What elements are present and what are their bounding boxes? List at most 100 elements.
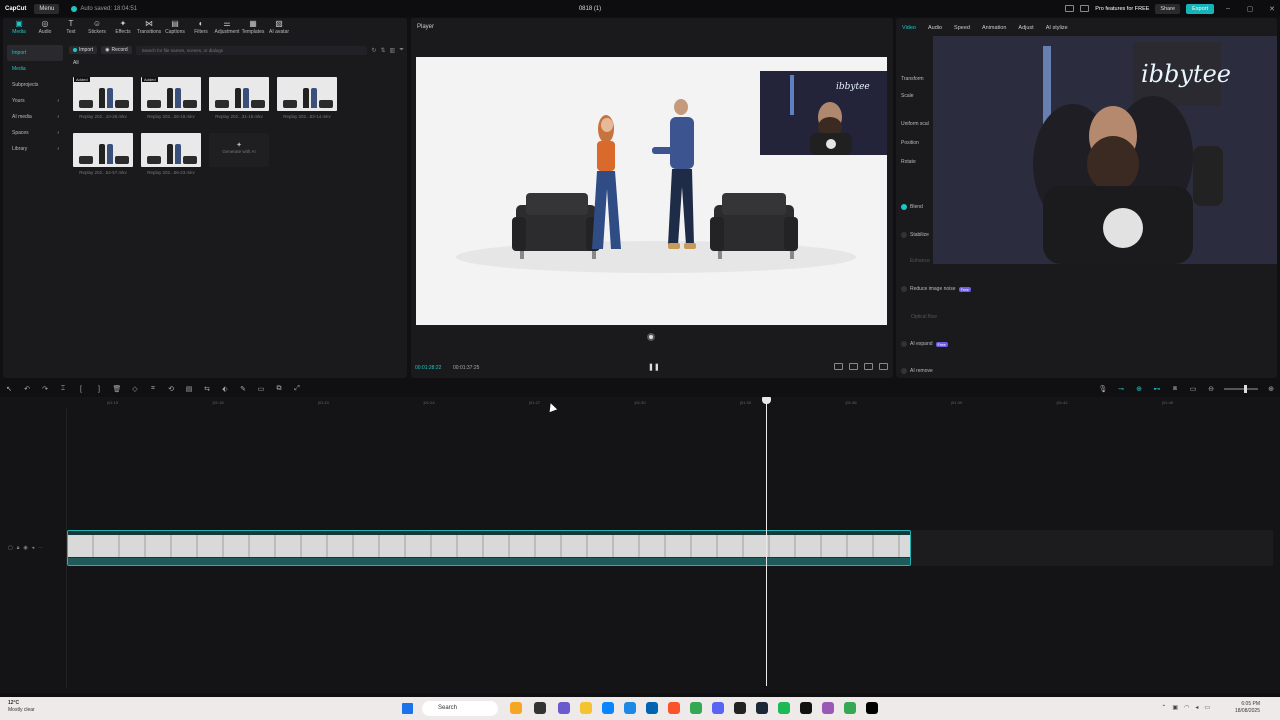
keyframe-icon[interactable]: ⬖ <box>216 385 234 393</box>
windows-start-icon[interactable] <box>402 703 413 714</box>
crop-tool-icon[interactable]: ⌗ <box>144 385 162 393</box>
select-tool-icon[interactable]: ↖ <box>0 385 18 393</box>
app-icon-15[interactable] <box>822 702 834 714</box>
app-icon-1[interactable] <box>510 702 522 714</box>
video-clip[interactable] <box>67 530 911 566</box>
share-button[interactable]: Share <box>1155 3 1181 14</box>
tool-stickers[interactable]: ☺ Stickers <box>85 19 109 38</box>
ai-expand-toggle[interactable]: AI expand Free <box>901 341 948 347</box>
caption-tool-icon[interactable]: ▭ <box>252 385 270 393</box>
playhead-line[interactable] <box>766 397 767 686</box>
magnet-icon[interactable]: ⊕ <box>1130 385 1148 393</box>
brave-icon[interactable] <box>668 702 680 714</box>
filter-icon[interactable]: ⏷ <box>399 47 404 54</box>
mirror-icon[interactable]: ⇆ <box>198 385 216 393</box>
stabilize-toggle[interactable]: Stabilize <box>901 232 929 238</box>
shortcut-icon[interactable] <box>1080 5 1090 12</box>
media-search-input[interactable]: Search for file names, scenes, or dialog… <box>135 45 368 55</box>
track-cover-icon[interactable]: ▢ <box>8 545 13 551</box>
close-icon[interactable]: ✕ <box>1264 5 1280 13</box>
tab-adjust[interactable]: Adjust <box>1018 25 1033 31</box>
import-button[interactable]: Import <box>69 46 98 54</box>
delete-icon[interactable]: 🗑 <box>108 385 126 393</box>
battery-icon[interactable]: ▭ <box>1204 704 1210 711</box>
weather-widget[interactable]: 12°C Mostly clear <box>8 700 35 714</box>
blend-toggle[interactable]: Blend <box>901 204 923 210</box>
discord-icon[interactable] <box>712 702 724 714</box>
ai-expand-checkbox[interactable] <box>901 341 907 347</box>
view-icon[interactable]: ▥ <box>390 47 396 54</box>
sidebar-item-import[interactable]: Import <box>7 45 63 61</box>
edge-icon[interactable] <box>602 702 614 714</box>
generate-with-ai-button[interactable]: ✦ Generate with AI <box>209 133 269 167</box>
quality-icon[interactable] <box>864 363 873 370</box>
copy-icon[interactable]: ⧉ <box>270 385 288 393</box>
ai-remove-checkbox[interactable] <box>901 368 907 374</box>
ratio-icon[interactable] <box>834 363 843 370</box>
media-thumbnail[interactable]: Replay 202...31-15.mkv <box>209 77 269 119</box>
crop-icon[interactable] <box>849 363 858 370</box>
transform-tool-icon[interactable]: ⤢ <box>288 385 306 393</box>
layout-icon[interactable] <box>1065 5 1075 12</box>
file-explorer-icon[interactable] <box>580 702 592 714</box>
mute-icon[interactable]: ◂ <box>32 545 35 551</box>
steam-icon[interactable] <box>756 702 768 714</box>
tab-audio[interactable]: Audio <box>928 25 942 31</box>
minimize-icon[interactable]: – <box>1220 5 1236 12</box>
media-thumbnail[interactable]: Replay 202...56-23.mkv <box>141 133 201 175</box>
taskbar-search[interactable]: Search <box>422 701 498 716</box>
undo-icon[interactable]: ↶ <box>18 385 36 393</box>
pause-button[interactable]: ❚❚ <box>648 363 660 371</box>
tool-adjustment[interactable]: ⚌ Adjustment <box>215 19 240 38</box>
track-empty-area[interactable] <box>911 530 1273 566</box>
stabilize-checkbox[interactable] <box>901 232 907 238</box>
chrome-icon[interactable] <box>690 702 702 714</box>
maximize-icon[interactable]: ▢ <box>1242 5 1258 13</box>
outlook-icon[interactable] <box>646 702 658 714</box>
sort-icon[interactable]: ⇅ <box>380 47 385 54</box>
tool-transitions[interactable]: ⋈ Transitions <box>137 19 161 38</box>
tool-ai-avatar[interactable]: ▧ AI avatar <box>267 19 291 38</box>
record-button[interactable]: ◉ Record <box>101 46 132 54</box>
spotify-icon[interactable] <box>778 702 790 714</box>
tray-chevron-icon[interactable]: ⌃ <box>1161 704 1166 711</box>
pro-features-button[interactable]: Pro features for FREE <box>1095 6 1149 12</box>
menu-button[interactable]: Menu <box>34 3 60 14</box>
refresh-icon[interactable]: ↻ <box>371 47 376 54</box>
fullscreen-icon[interactable] <box>879 363 888 370</box>
tool-media[interactable]: ▣ Media <box>7 19 31 38</box>
media-thumbnail[interactable]: Added Replay 202...26-19.mkv <box>141 77 201 119</box>
video-preview[interactable]: ibbytee <box>416 57 887 325</box>
eye-icon[interactable]: ◉ <box>23 545 27 551</box>
ai-remove-toggle[interactable]: AI remove <box>901 368 933 374</box>
time-ruler[interactable]: |01:15 |01:18 |01:21 |01:24 |01:27 |01:30 |01:… <box>67 397 1280 407</box>
more-icon[interactable]: ⋯ <box>38 545 43 551</box>
project-title[interactable]: 0818 (1) <box>560 6 620 12</box>
tab-video[interactable]: Video <box>902 25 916 31</box>
magic-icon[interactable]: ✎ <box>234 385 252 393</box>
shield-icon[interactable]: ◇ <box>126 385 144 393</box>
tool-templates[interactable]: ▦ Templates <box>241 19 265 38</box>
tray-app-icon[interactable]: ▣ <box>1172 704 1178 711</box>
tool-text[interactable]: T Text <box>59 19 83 38</box>
app-icon-14[interactable] <box>800 702 812 714</box>
all-filter[interactable]: All <box>73 60 404 66</box>
media-thumbnail[interactable]: Replay 202...54-57.mkv <box>73 133 133 175</box>
terminal-icon[interactable] <box>734 702 746 714</box>
mic-icon[interactable]: 🎙 <box>1094 385 1112 393</box>
lock-icon[interactable]: 🔒︎ <box>17 545 20 551</box>
tool-filters[interactable]: ◐ Filters <box>189 19 213 38</box>
tab-animation[interactable]: Animation <box>982 25 1006 31</box>
sidebar-item-library[interactable]: Library › <box>7 141 63 157</box>
tab-ai-stylize[interactable]: AI stylize <box>1046 25 1068 31</box>
link-main-icon[interactable]: ⊸ <box>1112 385 1130 393</box>
taskbar-clock[interactable]: 6:05 PM 18/08/2025 <box>1235 701 1260 715</box>
split-icon[interactable]: ⌶ <box>54 385 72 393</box>
sidebar-item-ai-media[interactable]: AI media › <box>7 109 63 125</box>
export-button[interactable]: Export <box>1186 3 1214 14</box>
sidebar-item-yours[interactable]: Yours › <box>7 93 63 109</box>
snap-icon[interactable]: ⊷ <box>1148 385 1166 393</box>
zoom-slider-handle[interactable] <box>1244 385 1247 393</box>
sidebar-item-media[interactable]: Media <box>7 61 63 77</box>
scrub-handle[interactable] <box>647 333 655 341</box>
